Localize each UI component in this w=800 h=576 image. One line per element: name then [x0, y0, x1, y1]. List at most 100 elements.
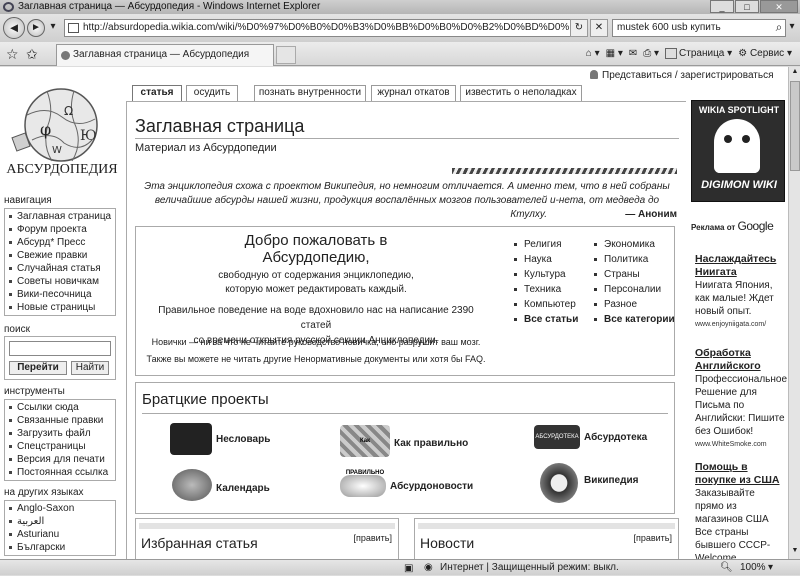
nav-link-item[interactable]: Случайная статья — [7, 262, 113, 275]
project-wikipedia[interactable]: Википедия — [584, 475, 638, 486]
page-menu[interactable]: Страница ▾ — [665, 46, 732, 62]
tab-article[interactable]: статья — [132, 85, 182, 101]
address-input[interactable]: http://absurdopedia.wikia.com/wiki/%D0%9… — [64, 19, 586, 37]
news-edit-link[interactable]: [править] — [633, 533, 672, 543]
tab-history[interactable]: журнал откатов — [371, 85, 456, 101]
ad-1[interactable]: Наслаждайтесь Ниигата Ниигата Япония, ка… — [695, 253, 785, 331]
mail-icon[interactable]: ✉ — [629, 46, 637, 62]
scrollbar-thumb[interactable] — [790, 81, 800, 171]
category-link-item[interactable]: Культура — [512, 267, 578, 282]
category-link-item[interactable]: Компьютер — [512, 297, 578, 312]
refresh-icon[interactable]: ↻ — [570, 19, 588, 37]
feeds-icon[interactable]: ▦ ▾ — [606, 46, 623, 62]
category-link-item[interactable]: Экономика — [592, 237, 675, 252]
ad-2-title[interactable]: Обработка Английского — [695, 347, 785, 373]
nav-link-item[interactable]: Абсурд* Пресс — [7, 236, 113, 249]
project-kak-pravilno[interactable]: Как правильно — [394, 438, 468, 449]
browser-tab-active[interactable]: Заглавная страница — Абсурдопедия — [56, 44, 274, 66]
nesловарь-image[interactable] — [170, 423, 212, 455]
category-link-item[interactable]: Все категории — [592, 312, 675, 327]
vertical-scrollbar[interactable]: ▲ ▼ — [788, 67, 800, 559]
security-zone[interactable]: Интернет | Защищенный режим: выкл. — [440, 560, 619, 575]
zoom-dropdown-icon[interactable]: ▾ — [768, 560, 773, 575]
category-link-item[interactable]: Разное — [592, 297, 675, 312]
spotlight-header: WIKIA SPOTLIGHT — [698, 105, 780, 115]
calendar-image[interactable] — [172, 469, 212, 501]
print-icon[interactable]: ⎙ ▾ — [643, 46, 659, 62]
category-link-item[interactable]: Страны — [592, 267, 675, 282]
maximize-button[interactable]: □ — [735, 0, 759, 13]
absurdonovosti-image[interactable] — [340, 475, 386, 497]
nav-link-item[interactable]: Заглавная страница — [7, 210, 113, 223]
wikipedia-emblem-image[interactable] — [540, 463, 578, 503]
project-absurdoteka[interactable]: Абсурдотека — [584, 432, 647, 443]
scroll-up-arrow-icon[interactable]: ▲ — [790, 68, 800, 79]
wikia-spotlight-banner[interactable]: WIKIA SPOTLIGHT DIGIMON WIKI — [691, 100, 785, 202]
home-icon[interactable]: ⌂ ▾ — [586, 46, 600, 62]
language-link-item[interactable]: العربية — [7, 515, 113, 528]
tools-link-item[interactable]: Версия для печати — [7, 453, 113, 466]
ad-3[interactable]: Помощь в покупке из США Заказывайте прям… — [695, 461, 785, 559]
favorites-star-icon[interactable]: ☆ — [6, 46, 19, 63]
recent-pages-dropdown[interactable]: ▾ — [46, 19, 60, 37]
scroll-down-arrow-icon[interactable]: ▼ — [790, 547, 800, 558]
category-link-item[interactable]: Политика — [592, 252, 675, 267]
ad-1-title[interactable]: Наслаждайтесь Ниигата — [695, 253, 785, 279]
new-tab-button[interactable] — [276, 46, 296, 64]
tools-link-item[interactable]: Ссылки сюда — [7, 401, 113, 414]
nav-heading: навигация — [4, 195, 52, 206]
find-button[interactable]: Найти — [71, 361, 109, 375]
ghost-eye-right — [742, 135, 750, 143]
login-link[interactable]: Представиться / зарегистрироваться — [590, 70, 774, 81]
category-link-item[interactable]: Персоналии — [592, 282, 675, 297]
category-link-item[interactable]: Техника — [512, 282, 578, 297]
language-link-item[interactable]: Asturianu — [7, 528, 113, 541]
minimize-button[interactable]: _ — [710, 0, 734, 13]
ad-2[interactable]: Обработка Английского Профессиональное Р… — [695, 347, 787, 451]
ad-1-url[interactable]: www.enjoyniigata.com/ — [695, 318, 785, 331]
category-link-item[interactable]: Все статьи — [512, 312, 578, 327]
ad-2-url[interactable]: www.WhiteSmoke.com — [695, 438, 785, 451]
featured-edit-link[interactable]: [править] — [353, 533, 392, 543]
forward-button[interactable]: ► — [27, 19, 45, 37]
close-window-button[interactable]: ✕ — [760, 0, 798, 13]
nav-link-item[interactable]: Вики-песочница — [7, 288, 113, 301]
tools-link-item[interactable]: Загрузить файл — [7, 427, 113, 440]
tools-link-item[interactable]: Спецстраницы — [7, 440, 113, 453]
ad-3-title[interactable]: Помощь в покупке из США — [695, 461, 785, 487]
tools-link-item[interactable]: Постоянная ссылка — [7, 466, 113, 479]
go-button[interactable]: Перейти — [9, 361, 67, 375]
search-options-dropdown[interactable]: ▾ — [786, 19, 798, 37]
tab-report[interactable]: известить о неполадках — [460, 85, 582, 101]
stop-icon[interactable]: ✕ — [590, 19, 608, 37]
projects-title: Братцкие проекты — [142, 391, 269, 408]
add-favorites-icon[interactable]: ✩ — [26, 46, 38, 63]
absurdoteka-image[interactable]: АБСУРДОТЕКА — [534, 425, 580, 449]
project-absurdonovosti[interactable]: Абсурдоновости — [390, 481, 473, 492]
tab-discuss[interactable]: осудить — [186, 85, 238, 101]
tools-menu[interactable]: ⚙ Сервис ▾ — [738, 46, 792, 62]
tools-link-item[interactable]: Связанные правки — [7, 414, 113, 427]
languages-heading: на других языках — [4, 487, 84, 498]
project-neslovar[interactable]: Несловарь — [216, 434, 270, 445]
nav-link-item[interactable]: Новые страницы — [7, 301, 113, 314]
tab-edit[interactable]: познать внутренности — [254, 85, 366, 101]
language-link-item[interactable]: Български — [7, 541, 113, 554]
back-button[interactable]: ◄ — [3, 17, 25, 39]
wiki-search-input[interactable] — [9, 341, 111, 356]
ads-by-google[interactable]: Реклама от Google — [691, 219, 774, 233]
window-controls: _ □ ✕ — [709, 0, 798, 14]
nav-link-item[interactable]: Советы новичкам — [7, 275, 113, 288]
kak-pravilno-image[interactable]: Как ПРАВИЛЬНО — [340, 425, 390, 476]
project-calendar[interactable]: Календарь — [216, 483, 270, 494]
category-link-item[interactable]: Наука — [512, 252, 578, 267]
tools-list: Ссылки сюда Связанные правки Загрузить фай… — [7, 401, 113, 479]
zoom-icon[interactable]: 🔍︎ — [720, 560, 733, 575]
language-link-item[interactable]: Anglo-Saxon — [7, 502, 113, 515]
nav-link-item[interactable]: Форум проекта — [7, 223, 113, 236]
zoom-level[interactable]: 100% — [740, 560, 766, 575]
browser-search-input[interactable]: mustek 600 usb купить — [612, 19, 786, 37]
category-link-item[interactable]: Религия — [512, 237, 578, 252]
nav-link-item[interactable]: Свежие правки — [7, 249, 113, 262]
projects-divider — [142, 413, 668, 414]
